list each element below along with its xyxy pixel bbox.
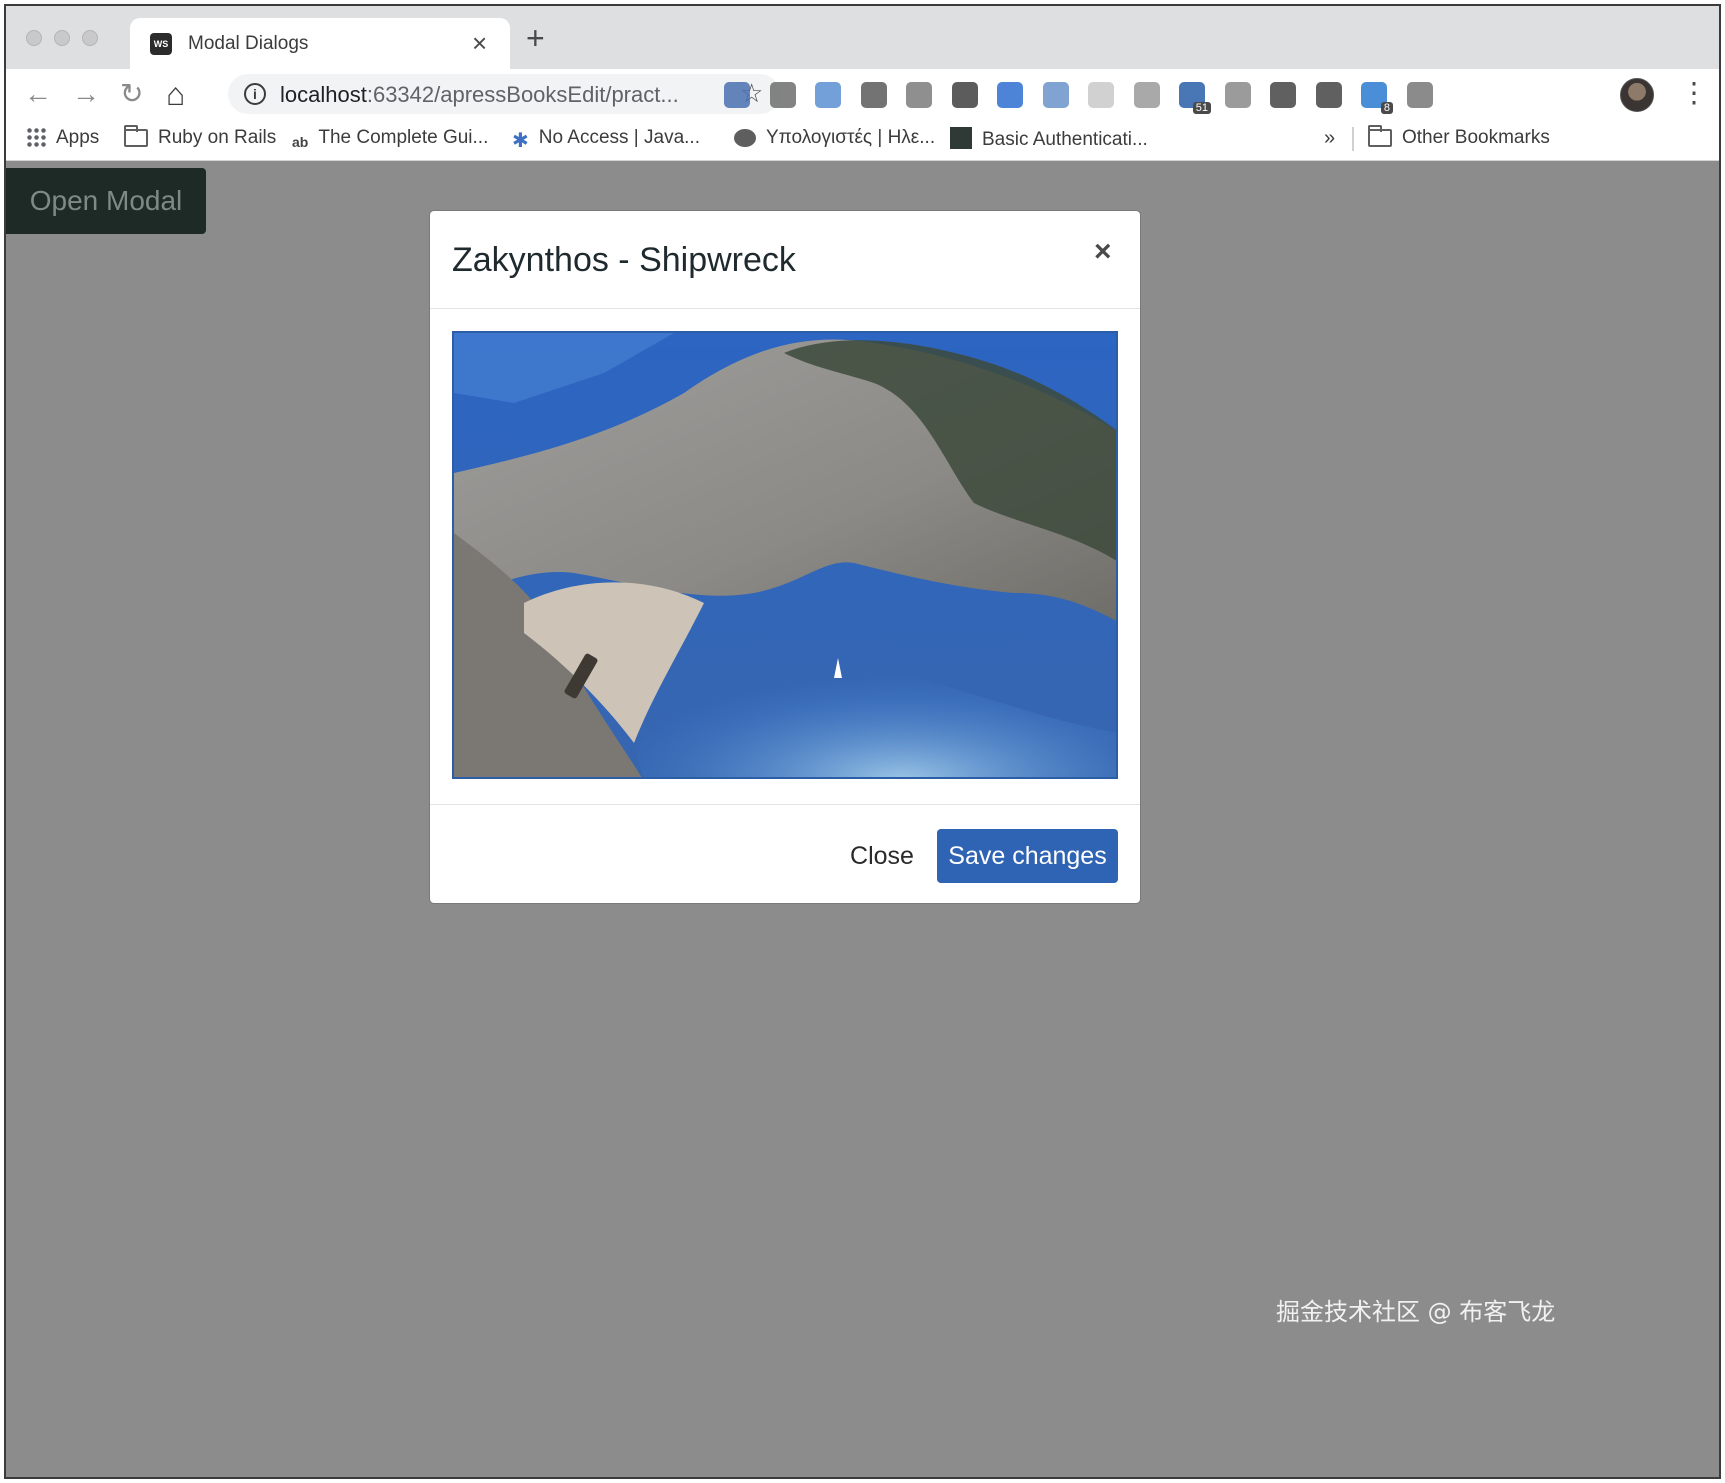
browser-window: WS Modal Dialogs × + ← → ↻ ⌂ i localhost…: [4, 4, 1721, 1479]
globe-extension-icon[interactable]: [815, 82, 841, 108]
url-path: :63342/apressBooksEdit/pract...: [366, 82, 679, 107]
bookmark-basic-auth[interactable]: Basic Authenticati...: [950, 127, 1148, 153]
molecule-icon: ✱: [512, 130, 529, 152]
bookmark-label: Basic Authenticati...: [982, 129, 1148, 150]
balloon-icon: [734, 129, 756, 147]
bookmark-ruby-on-rails[interactable]: Ruby on Rails: [124, 125, 277, 153]
window-minimize-control[interactable]: [54, 30, 70, 46]
modal-body: [430, 309, 1140, 804]
a-circle-extension-icon[interactable]: [1270, 82, 1296, 108]
bookmark-label: Ruby on Rails: [158, 127, 277, 148]
site-info-icon[interactable]: i: [244, 83, 266, 105]
bookmark-label: The Complete Gui...: [318, 127, 489, 148]
webstorm-favicon-icon: WS: [150, 33, 172, 55]
e-extension-icon[interactable]: 8: [1361, 82, 1393, 114]
bookmarks-bar: Apps Ruby on Rails ab The Complete Gui...…: [6, 119, 1719, 161]
folder-icon: [1368, 125, 1392, 147]
browser-menu-icon[interactable]: ⋮: [1680, 77, 1708, 109]
modal-title: Zakynthos - Shipwreck: [452, 241, 796, 279]
url-text[interactable]: localhost:63342/apressBooksEdit/pract...: [280, 82, 679, 108]
modal-dialog: Zakynthos - Shipwreck × Close Save chang…: [429, 210, 1141, 904]
folder-icon: [124, 125, 148, 147]
window-close-control[interactable]: [26, 30, 42, 46]
open-modal-button[interactable]: Open Modal: [6, 168, 206, 234]
window-zoom-control[interactable]: [82, 30, 98, 46]
watermark-text: 掘金技术社区 @ 布客飞龙: [1276, 1298, 1556, 1326]
ab-icon: ab: [292, 134, 309, 150]
globe-lock-extension-icon[interactable]: [1224, 82, 1251, 108]
dark-square-icon: [950, 127, 972, 149]
modal-footer: Close Save changes: [430, 804, 1140, 905]
profile-avatar[interactable]: [1620, 78, 1654, 112]
extension-badge: 8: [1380, 102, 1393, 114]
bookmark-complete-guide[interactable]: ab The Complete Gui...: [292, 127, 488, 153]
bookmark-label: Υπολογιστές | Ηλε...: [766, 127, 936, 148]
cast-extension-icon[interactable]: [1406, 82, 1433, 108]
download-extension-icon[interactable]: [997, 82, 1023, 108]
c-extension-icon[interactable]: [860, 82, 887, 108]
tab-strip: WS Modal Dialogs × +: [6, 6, 1719, 69]
browser-tab-active[interactable]: WS Modal Dialogs ×: [130, 18, 510, 69]
gear-extension-icon[interactable]: [906, 82, 932, 108]
window-extension-icon[interactable]: [1042, 82, 1069, 108]
modal-close-icon[interactable]: ×: [1094, 235, 1112, 269]
eyedropper-extension-icon[interactable]: [724, 82, 750, 108]
tab-close-icon[interactable]: ×: [472, 28, 487, 59]
bookmark-label: No Access | Java...: [538, 127, 700, 148]
bookmarks-overflow-chevron-icon[interactable]: »: [1324, 127, 1335, 153]
shipwreck-photo: [452, 331, 1118, 779]
bookmark-apps[interactable]: Apps: [26, 127, 99, 153]
network-extension-icon[interactable]: [769, 82, 796, 108]
page-backdrop[interactable]: Open Modal Zakynthos - Shipwreck × Close…: [6, 162, 1719, 1477]
close-button[interactable]: Close: [830, 829, 934, 883]
modal-header: Zakynthos - Shipwreck ×: [430, 211, 1140, 309]
home-button[interactable]: ⌂: [166, 78, 185, 110]
counter-extension-icon[interactable]: 51: [1179, 82, 1211, 114]
reload-button[interactable]: ↻: [120, 79, 143, 109]
url-host: localhost: [280, 82, 367, 107]
bookmark-label: Apps: [56, 127, 100, 148]
apps-icon: [26, 127, 46, 147]
lightbulb-extension-icon[interactable]: [951, 82, 978, 108]
bookmark-computers-greek[interactable]: Υπολογιστές | Ηλε...: [734, 127, 935, 153]
bookmark-label: Other Bookmarks: [1402, 127, 1550, 148]
address-bar[interactable]: i localhost:63342/apressBooksEdit/pract.…: [228, 74, 780, 114]
browser-toolbar: ← → ↻ ⌂ i localhost:63342/apressBooksEdi…: [6, 69, 1719, 119]
shipwreck-photo-illustration: [454, 333, 1116, 777]
tab-title: Modal Dialogs: [188, 33, 309, 54]
bookmark-no-access-java[interactable]: ✱ No Access | Java...: [512, 127, 700, 153]
forward-button[interactable]: →: [72, 79, 100, 109]
new-tab-button[interactable]: +: [526, 22, 545, 54]
extension-badge: 51: [1192, 102, 1211, 114]
other-bookmarks[interactable]: Other Bookmarks: [1368, 125, 1550, 153]
chat-extension-icon[interactable]: [1133, 82, 1160, 108]
move-extension-icon[interactable]: [1315, 82, 1342, 108]
grid-extension-icon[interactable]: [1088, 82, 1114, 108]
save-changes-button[interactable]: Save changes: [937, 829, 1118, 883]
bookmarks-divider: [1352, 127, 1354, 151]
back-button[interactable]: ←: [24, 79, 52, 109]
